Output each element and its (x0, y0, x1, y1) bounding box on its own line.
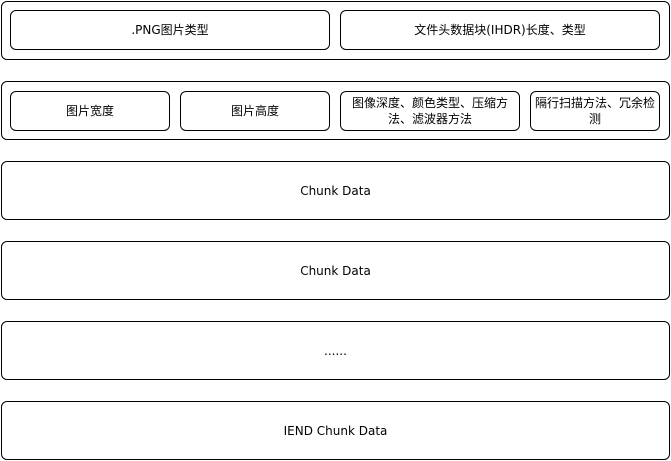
image-height-label: 图片高度 (230, 104, 279, 118)
iend-chunk-label: IEND Chunk Data (283, 423, 388, 438)
ellipsis-row: ...... (1, 321, 670, 380)
depth-color-compression-filter-cell: 图像深度、颜色类型、压缩方法、滤波器方法 (340, 91, 520, 131)
iend-chunk-row: IEND Chunk Data (1, 401, 670, 460)
ellipsis-label: ...... (324, 343, 347, 358)
depth-color-compression-filter-label: 图像深度、颜色类型、压缩方法、滤波器方法 (351, 96, 508, 126)
png-type-label: .PNG图片类型 (131, 23, 209, 37)
image-width-label: 图片宽度 (65, 104, 114, 118)
chunk-data-row: Chunk Data (1, 161, 670, 220)
interlace-redundancy-label: 隔行扫描方法、冗余检测 (535, 96, 656, 126)
image-height-cell: 图片高度 (180, 91, 330, 131)
chunk-data-label: Chunk Data (300, 183, 371, 198)
chunk-data-label: Chunk Data (300, 263, 371, 278)
png-type-cell: .PNG图片类型 (10, 10, 330, 50)
ihdr-length-type-label: 文件头数据块(IHDR)长度、类型 (414, 23, 586, 37)
interlace-redundancy-cell: 隔行扫描方法、冗余检测 (530, 91, 660, 131)
ihdr-length-type-cell: 文件头数据块(IHDR)长度、类型 (340, 10, 660, 50)
chunk-data-row: Chunk Data (1, 241, 670, 300)
image-width-cell: 图片宽度 (10, 91, 170, 131)
